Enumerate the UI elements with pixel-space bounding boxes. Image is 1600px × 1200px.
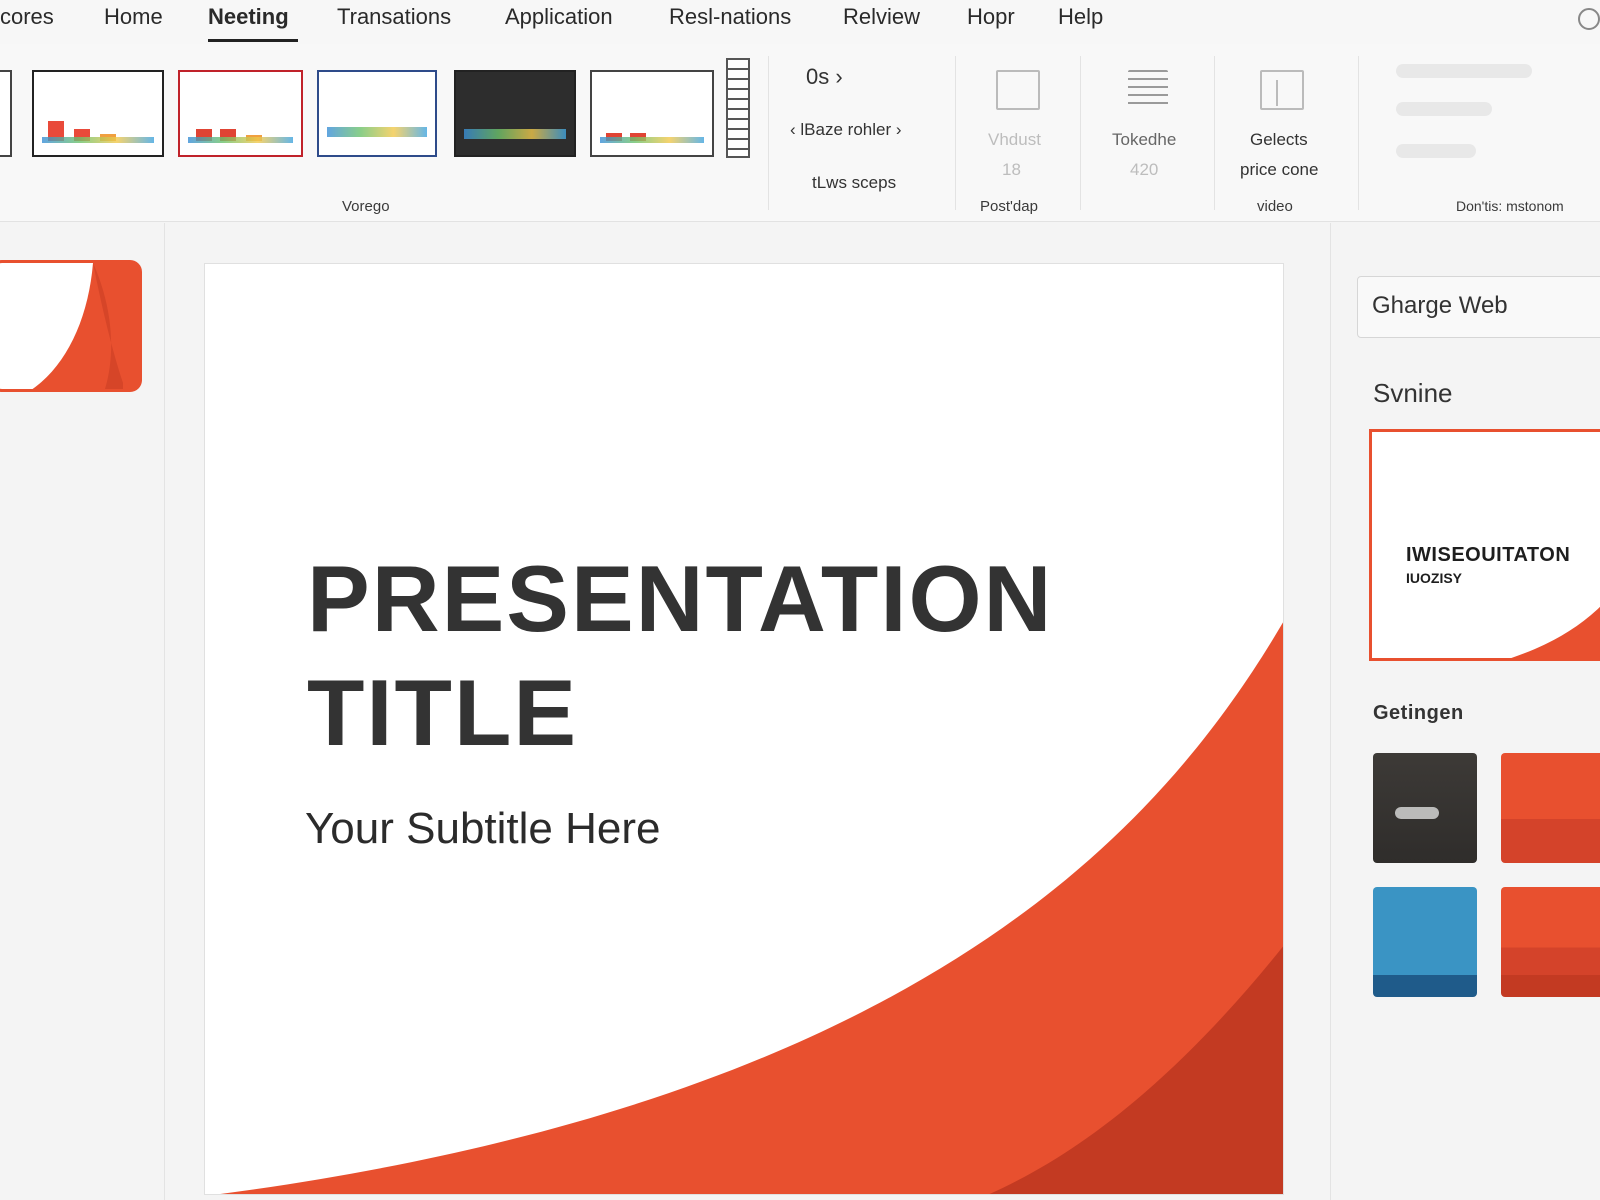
theme-thumbnail-4[interactable] <box>454 70 576 157</box>
option-bottom[interactable]: tLws sceps <box>812 173 896 193</box>
chevron-right-icon: › <box>895 120 902 139</box>
slide-canvas[interactable]: PRESENTATION TITLE Your Subtitle Here <box>204 263 1284 1195</box>
slide-thumbnail-1[interactable] <box>0 260 142 392</box>
menu-item-transations[interactable]: Transations <box>337 4 451 30</box>
account-icon[interactable] <box>1578 8 1600 30</box>
design-search-input[interactable]: Gharge Web <box>1357 276 1600 338</box>
menu-item-hopr[interactable]: Hopr <box>967 4 1015 30</box>
postdap-group-label: Post'dap <box>980 198 1038 215</box>
placeholder-line <box>1396 144 1476 158</box>
placeholder-line <box>1396 102 1492 116</box>
vhdust-label[interactable]: Vhdust <box>988 130 1041 150</box>
ribbon-separator <box>768 56 769 210</box>
vhdust-value: 18 <box>1002 160 1021 179</box>
design-pane: Gharge Web Svnine IWISEOUITATON IUOZISY … <box>1330 223 1600 1200</box>
tokedhe-label[interactable]: Tokedhe <box>1112 130 1176 150</box>
theme-thumbnail-1[interactable] <box>32 70 164 157</box>
menu-item-resl-nations[interactable]: Resl-nations <box>669 4 791 30</box>
ribbon: Vorego 0s › ‹ lBaze rohler › tLws sceps … <box>0 44 1600 222</box>
video-group-label: video <box>1257 198 1293 215</box>
frame-icon <box>996 70 1040 110</box>
theme-swatch-red-2[interactable] <box>1501 887 1600 997</box>
lines-icon <box>1128 70 1168 110</box>
theme-thumbnail-3[interactable] <box>317 70 437 157</box>
menu-item-neeting[interactable]: Neeting <box>208 4 289 30</box>
design-preview-subtitle: IUOZISY <box>1406 570 1463 586</box>
last-group-label: Don'tis: mstonom <box>1456 198 1564 214</box>
design-preview[interactable]: IWISEOUITATON IUOZISY <box>1369 429 1600 661</box>
ribbon-separator <box>1214 56 1215 210</box>
menu-item-application[interactable]: Application <box>505 4 613 30</box>
slide-thumbnail-pane <box>0 223 165 1200</box>
gelects-label-line2[interactable]: price cone <box>1240 160 1318 180</box>
placeholder-line <box>1396 64 1532 78</box>
menu-bar: cores Home Neeting Transations Applicati… <box>0 0 1600 44</box>
theme-thumbnail-2[interactable] <box>178 70 303 157</box>
menu-item-help[interactable]: Help <box>1058 4 1103 30</box>
theme-thumbnail-partial[interactable] <box>0 70 12 157</box>
tokedhe-value: 420 <box>1130 160 1159 179</box>
chevron-right-icon: › <box>835 64 843 89</box>
theme-swatch-blue[interactable] <box>1373 887 1477 997</box>
slide-title[interactable]: PRESENTATION TITLE <box>307 542 1207 770</box>
ribbon-separator <box>955 56 956 210</box>
swatches-heading: Getingen <box>1373 702 1464 724</box>
option-top[interactable]: 0s › <box>806 64 843 90</box>
option-mid[interactable]: ‹ lBaze rohler › <box>790 120 902 140</box>
gelects-label-line1[interactable]: Gelects <box>1250 130 1308 150</box>
slide-subtitle[interactable]: Your Subtitle Here <box>305 804 660 854</box>
panel-icon <box>1260 70 1304 110</box>
active-tab-indicator <box>208 39 298 42</box>
menu-item-home[interactable]: Home <box>104 4 163 30</box>
theme-thumbnail-5[interactable] <box>590 70 714 157</box>
gallery-scroll-icon[interactable] <box>726 58 750 158</box>
chevron-left-icon: ‹ <box>790 120 796 139</box>
theme-swatch-red-1[interactable] <box>1501 753 1600 863</box>
ribbon-separator <box>1358 56 1359 210</box>
menu-item-cores[interactable]: cores <box>0 4 54 30</box>
ribbon-separator <box>1080 56 1081 210</box>
themes-group-label: Vorego <box>342 198 390 215</box>
theme-swatch-dark[interactable] <box>1373 753 1477 863</box>
menu-item-relview[interactable]: Relview <box>843 4 920 30</box>
design-preview-title: IWISEOUITATON <box>1406 544 1571 566</box>
design-section-heading: Svnine <box>1373 378 1453 408</box>
